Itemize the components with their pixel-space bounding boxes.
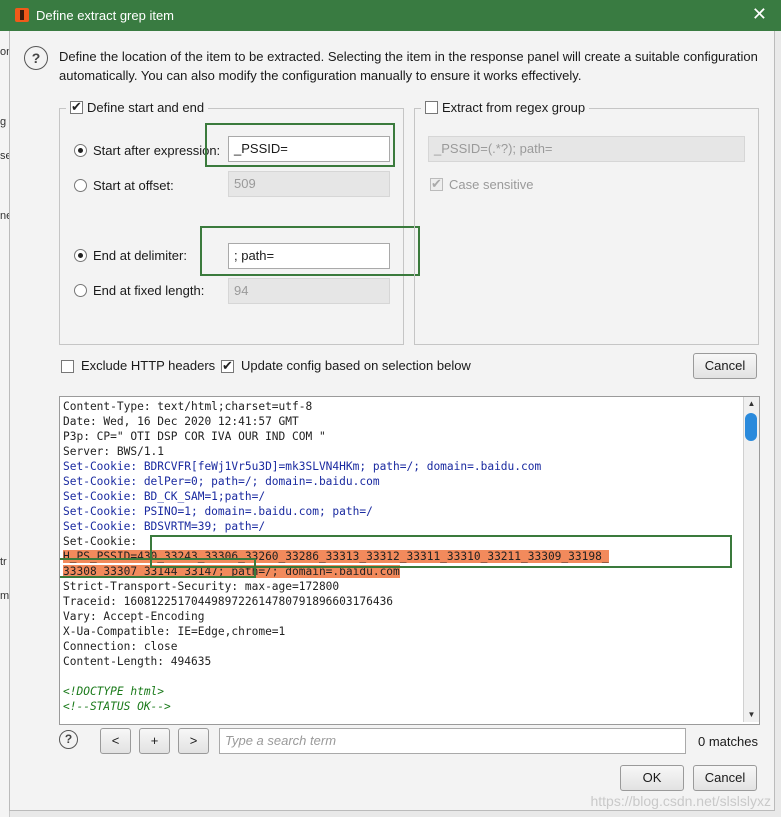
end-at-fixed-length-input[interactable]: 94 (228, 278, 390, 304)
exclude-http-headers-label: Exclude HTTP headers (81, 358, 216, 373)
start-end-group: Define start and end Start after express… (59, 99, 420, 345)
response-panel[interactable]: Content-Type: text/html;charset=utf-8 Da… (59, 396, 760, 725)
cancel-button[interactable]: Cancel (693, 765, 757, 791)
end-at-delimiter-label: End at delimiter: (93, 248, 187, 263)
search-help-icon[interactable]: ? (59, 730, 78, 749)
exclude-http-headers-checkbox[interactable] (61, 360, 74, 373)
response-line: Set-Cookie: BDRCVFR[feWj1Vr5u3D]=mk3SLVN… (63, 460, 542, 473)
extract-regex-checkbox[interactable] (425, 101, 438, 114)
search-input[interactable]: Type a search term (219, 728, 686, 754)
start-at-offset-radio[interactable] (74, 179, 87, 192)
background-text: tr (0, 556, 7, 568)
search-match-count: 0 matches (698, 734, 758, 749)
response-line: Set-Cookie: delPer=0; path=/; domain=.ba… (63, 475, 380, 488)
background-text: m (0, 590, 10, 602)
response-line: Date: Wed, 16 Dec 2020 12:41:57 GMT (63, 415, 299, 428)
start-end-legend[interactable]: Define start and end (66, 99, 209, 115)
close-icon[interactable]: ✕ (752, 5, 767, 23)
end-at-fixed-length-label: End at fixed length: (93, 283, 205, 298)
update-config-checkbox[interactable] (221, 358, 234, 374)
end-at-fixed-length-radio[interactable] (74, 284, 87, 297)
search-previous-button[interactable]: < (100, 728, 131, 754)
response-scrollbar[interactable]: ▲ ▼ (743, 397, 759, 722)
define-start-end-checkbox[interactable] (70, 99, 83, 115)
extract-grep-dialog: ? Define the location of the item to be … (9, 31, 775, 811)
ok-button[interactable]: OK (620, 765, 684, 791)
update-config-label: Update config based on selection below (241, 358, 471, 373)
response-line: Set-Cookie: PSINO=1; domain=.baidu.com; … (63, 505, 373, 518)
response-line: Set-Cookie: BD_CK_SAM=1;path=/ (63, 490, 266, 503)
start-after-expression-radio[interactable] (74, 144, 87, 157)
window-titlebar: Define extract grep item ✕ (0, 0, 781, 31)
scroll-up-icon[interactable]: ▲ (744, 397, 759, 411)
response-line: Strict-Transport-Security: max-age=17280… (63, 580, 340, 593)
response-line: Content-Length: 494635 (63, 655, 212, 668)
response-line: Traceid: 1608122517044989722614780791896… (63, 595, 394, 608)
regex-legend[interactable]: Extract from regex group (421, 100, 590, 115)
response-text[interactable]: Content-Type: text/html;charset=utf-8 Da… (60, 397, 759, 714)
response-line: Content-Type: text/html;charset=utf-8 (63, 400, 313, 413)
regex-group: Extract from regex group _PSSID=(.*?); p… (414, 100, 759, 345)
dialog-description: Define the location of the item to be ex… (59, 49, 758, 83)
help-icon[interactable]: ? (24, 46, 48, 70)
response-line-selected: H_PS_PSSID=430_33243_33306_33260_33286_3… (63, 550, 609, 563)
window-title: Define extract grep item (36, 8, 175, 23)
end-at-delimiter-radio[interactable] (74, 249, 87, 262)
options-cancel-button[interactable]: Cancel (693, 353, 757, 379)
define-start-end-label: Define start and end (87, 100, 205, 115)
search-add-button[interactable]: + (139, 728, 170, 754)
search-next-button[interactable]: > (178, 728, 209, 754)
response-line-selected: 33308_33307_33144_33147; path=/; domain=… (63, 565, 400, 578)
response-line: X-Ua-Compatible: IE=Edge,chrome=1 (63, 625, 286, 638)
start-at-offset-label: Start at offset: (93, 178, 174, 193)
response-line: Set-Cookie: BDSVRTM=39; path=/ (63, 520, 266, 533)
case-sensitive-label: Case sensitive (449, 177, 534, 192)
start-at-offset-input[interactable]: 509 (228, 171, 390, 197)
case-sensitive-checkbox[interactable] (430, 176, 443, 192)
response-line: <!--STATUS OK--> (63, 700, 171, 713)
response-line: Connection: close (63, 640, 178, 653)
response-line: <!DOCTYPE html> (63, 685, 165, 698)
end-at-delimiter-input[interactable]: ; path= (228, 243, 390, 269)
start-after-expression-label: Start after expression: (93, 143, 221, 158)
watermark: https://blog.csdn.net/slslslyxz (590, 793, 771, 809)
response-line: Vary: Accept-Encoding (63, 610, 205, 623)
response-line: Set-Cookie: (63, 535, 138, 548)
regex-input[interactable]: _PSSID=(.*?); path= (428, 136, 745, 162)
extract-regex-label: Extract from regex group (442, 100, 586, 115)
response-line: P3p: CP=" OTI DSP COR IVA OUR IND COM " (63, 430, 326, 443)
start-after-expression-input[interactable]: _PSSID= (228, 136, 390, 162)
response-line: Server: BWS/1.1 (63, 445, 165, 458)
scroll-down-icon[interactable]: ▼ (744, 708, 759, 722)
background-text: g (0, 116, 7, 128)
burp-app-icon (15, 8, 29, 22)
scroll-thumb[interactable] (745, 413, 757, 441)
